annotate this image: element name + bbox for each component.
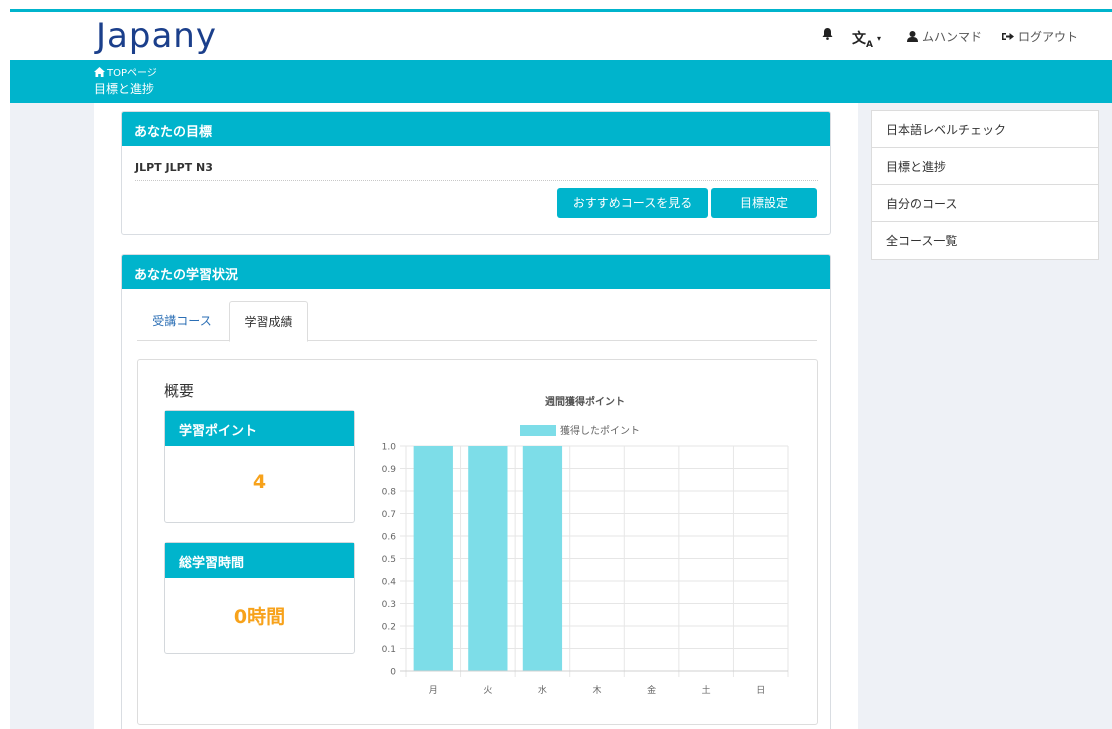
left-gutter xyxy=(10,103,94,729)
goal-panel-title: あなたの目標 xyxy=(122,112,830,146)
study-panel-title: あなたの学習状況 xyxy=(122,255,830,289)
logout-label: ログアウト xyxy=(1018,30,1079,44)
logout-icon xyxy=(1002,33,1014,40)
x-tick-label: 金 xyxy=(647,684,656,696)
bar xyxy=(468,446,508,671)
caret-down-icon: ▾ xyxy=(876,34,881,44)
points-value: 4 xyxy=(252,471,267,493)
y-tick-label: 0.5 xyxy=(382,555,396,565)
legend-label: 獲得したポイント xyxy=(560,424,640,437)
y-tick-label: 0.3 xyxy=(382,600,396,610)
logout-link[interactable]: ログアウト xyxy=(1002,28,1078,45)
y-tick-label: 0.9 xyxy=(382,465,397,475)
breadcrumb-home-link[interactable]: TOPページ xyxy=(94,64,157,79)
y-tick-label: 0.4 xyxy=(382,578,397,588)
tab-bar: 受講コース 学習成績 xyxy=(137,301,817,342)
overview-title: 概要 xyxy=(164,382,195,400)
goal-panel: あなたの目標 JLPT JLPT N3 おすすめコースを見る 目標設定 xyxy=(121,111,831,235)
language-switch[interactable]: 文A ▾ xyxy=(852,28,881,50)
y-tick-label: 0.7 xyxy=(382,510,396,520)
weekly-points-chart: 週間獲得ポイント獲得したポイント 0 0.1 0.2 0.3 0.4 0.5 0.6 0.7 0.… xyxy=(382,395,789,696)
recommend-courses-button[interactable]: おすすめコースを見る xyxy=(557,188,708,218)
y-tick-label: 0.2 xyxy=(382,623,396,633)
study-time-value: 0時間 xyxy=(233,606,286,628)
bar xyxy=(522,446,563,671)
y-tick-label: 0.8 xyxy=(382,488,397,498)
study-time-card-title: 総学習時間 xyxy=(165,543,354,578)
sidebar-item-my-courses[interactable]: 自分のコース xyxy=(872,185,1098,222)
user-menu[interactable]: ムハンマド xyxy=(907,28,982,45)
y-tick-label: 0.6 xyxy=(382,533,397,543)
study-time-card: 総学習時間 0時間 xyxy=(164,542,355,654)
user-name: ムハンマド xyxy=(922,30,983,44)
points-card-title: 学習ポイント xyxy=(165,411,354,446)
translate-icon: 文A xyxy=(852,31,873,50)
logo[interactable]: Japany xyxy=(96,16,217,56)
sidebar-item-goals-progress[interactable]: 目標と進捗 xyxy=(872,148,1098,185)
x-tick-label: 水 xyxy=(538,684,547,696)
breadcrumb-bar: TOPページ 目標と進捗 xyxy=(10,60,1112,103)
tab-study-results[interactable]: 学習成績 xyxy=(229,301,308,342)
x-tick-label: 火 xyxy=(483,685,492,696)
goal-text: JLPT JLPT N3 xyxy=(135,161,213,174)
home-icon xyxy=(94,66,105,77)
legend-swatch xyxy=(520,425,556,436)
x-tick-label: 木 xyxy=(592,684,601,696)
chart-title: 週間獲得ポイント xyxy=(545,395,625,408)
x-tick-label: 月 xyxy=(429,685,438,696)
breadcrumb-home-label: TOPページ xyxy=(107,68,157,79)
y-tick-label: 0 xyxy=(390,668,396,678)
page-title: 目標と進捗 xyxy=(94,82,155,96)
y-tick-label: 1.0 xyxy=(382,443,397,453)
sidebar-item-all-courses[interactable]: 全コース一覧 xyxy=(872,222,1098,259)
bar xyxy=(413,446,453,671)
divider xyxy=(135,180,818,181)
tab-enrolled-courses[interactable]: 受講コース xyxy=(137,301,227,341)
set-goal-button[interactable]: 目標設定 xyxy=(711,188,817,218)
sidebar: 日本語レベルチェック 目標と進捗 自分のコース 全コース一覧 xyxy=(871,110,1099,260)
x-tick-label: 土 xyxy=(702,684,711,696)
x-tick-label: 日 xyxy=(756,685,765,696)
user-icon xyxy=(907,31,918,42)
points-card: 学習ポイント 4 xyxy=(164,410,355,523)
notification-bell-icon[interactable] xyxy=(822,28,833,40)
sidebar-item-level-check[interactable]: 日本語レベルチェック xyxy=(872,111,1098,148)
y-tick-label: 0.1 xyxy=(382,645,396,655)
